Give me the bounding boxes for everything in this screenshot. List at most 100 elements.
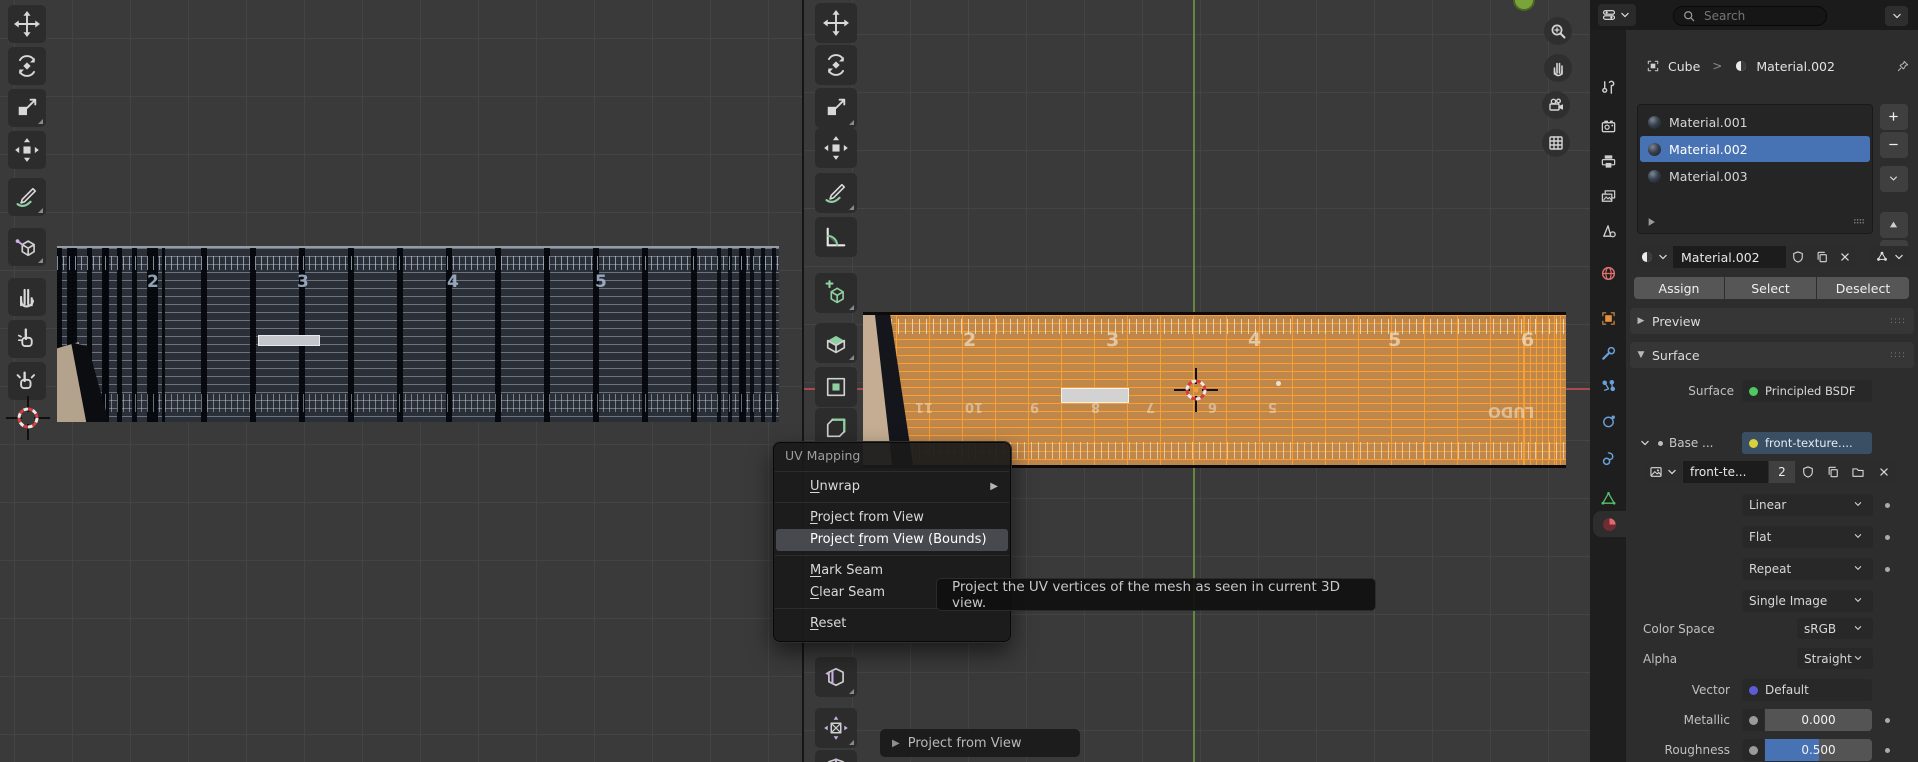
image-users-count-button[interactable]: 2 bbox=[1769, 461, 1795, 483]
tab-modifiers[interactable] bbox=[1590, 340, 1626, 366]
viewport-3d-pane[interactable]: 23456 111098765 LUDO bbox=[804, 0, 1590, 762]
material-name-field[interactable]: Material.002 bbox=[1673, 246, 1786, 268]
decorator-dot[interactable] bbox=[1885, 718, 1890, 723]
unlink-material-button[interactable] bbox=[1834, 246, 1856, 268]
metallic-slider[interactable]: 0.000 bbox=[1765, 709, 1872, 731]
copy-material-button[interactable] bbox=[1810, 246, 1833, 268]
breadcrumb-object[interactable]: Cube bbox=[1668, 59, 1700, 74]
panel-grip-icon[interactable]: :::: bbox=[1890, 350, 1906, 360]
menu-item-project-from-view-bounds-[interactable]: Project from View (Bounds) bbox=[776, 529, 1008, 551]
breadcrumb-material[interactable]: Material.002 bbox=[1756, 59, 1835, 74]
tab-scene[interactable] bbox=[1590, 218, 1626, 244]
image-open-button[interactable] bbox=[1845, 461, 1870, 483]
tab-output[interactable] bbox=[1590, 148, 1626, 174]
editor-type-button[interactable] bbox=[1598, 4, 1636, 26]
tool-inset-faces-button[interactable] bbox=[815, 367, 857, 407]
base-color-texture-button[interactable]: front-texture.... bbox=[1742, 432, 1872, 454]
uv-mesh-ruler[interactable]: 2345 bbox=[57, 246, 779, 422]
preview-panel-header[interactable]: ▶Preview :::: bbox=[1630, 308, 1914, 334]
tool-pinch-button[interactable] bbox=[8, 362, 46, 400]
menu-item-unwrap[interactable]: Unwrap▶ bbox=[774, 476, 1010, 498]
base-color-label-group[interactable]: Base ... bbox=[1638, 436, 1713, 450]
decorator-dot[interactable] bbox=[1885, 748, 1890, 753]
tool-edge-slide-button[interactable] bbox=[815, 750, 857, 762]
nav-pan-button[interactable] bbox=[1544, 54, 1572, 82]
search-box[interactable] bbox=[1673, 6, 1827, 26]
menu-item-project-from-view[interactable]: Project from View bbox=[774, 507, 1010, 529]
tab-object-data[interactable] bbox=[1590, 485, 1626, 511]
tool-measure-button[interactable] bbox=[815, 217, 857, 257]
remove-slot-button[interactable] bbox=[1880, 132, 1908, 158]
header-options-button[interactable] bbox=[1885, 6, 1908, 26]
decorator-dot[interactable] bbox=[1885, 567, 1890, 572]
fake-user-button[interactable] bbox=[1787, 246, 1809, 268]
extension-dropdown[interactable]: Repeat bbox=[1742, 558, 1873, 580]
tool-scale-button[interactable] bbox=[8, 89, 46, 127]
nav-zoom-button[interactable] bbox=[1544, 17, 1572, 45]
add-slot-button[interactable] bbox=[1880, 104, 1908, 130]
tab-material[interactable] bbox=[1593, 511, 1626, 537]
tool-rotate-button[interactable] bbox=[815, 45, 857, 85]
decorator-dot[interactable] bbox=[1885, 503, 1890, 508]
material-slot-row[interactable]: Material.001 bbox=[1640, 109, 1870, 135]
search-input[interactable] bbox=[1702, 8, 1806, 24]
pin-icon[interactable] bbox=[1896, 59, 1910, 73]
uv-selected-face[interactable] bbox=[258, 335, 320, 346]
tool-loop-cut-button[interactable] bbox=[815, 657, 857, 697]
surface-shader-button[interactable]: Principled BSDF bbox=[1742, 380, 1872, 402]
tool-annotate-button[interactable] bbox=[815, 173, 857, 213]
operator-redo-panel[interactable]: ▶ Project from View bbox=[880, 729, 1080, 757]
uv-editor-pane[interactable]: 2345 bbox=[0, 0, 803, 762]
image-copy-button[interactable] bbox=[1821, 461, 1844, 483]
vector-button[interactable]: Default bbox=[1742, 679, 1872, 701]
metallic-socket-button[interactable] bbox=[1742, 709, 1764, 731]
material-link-dropdown[interactable] bbox=[1870, 246, 1910, 268]
tool-add-cube-button[interactable] bbox=[815, 273, 857, 313]
tool-grab-button[interactable] bbox=[8, 278, 46, 316]
tool-rotate-button[interactable] bbox=[8, 47, 46, 85]
material-slot-row[interactable]: Material.002 bbox=[1640, 136, 1870, 162]
nav-grid-button[interactable] bbox=[1542, 129, 1570, 157]
assign-button[interactable]: Assign bbox=[1634, 277, 1724, 299]
image-browse-button[interactable] bbox=[1645, 461, 1682, 483]
interpolation-dropdown[interactable]: Linear bbox=[1742, 494, 1873, 516]
image-name-field[interactable]: front-te... bbox=[1683, 461, 1768, 483]
tool-scale-button[interactable] bbox=[815, 88, 857, 128]
surface-panel-header[interactable]: ▼Surface :::: bbox=[1630, 342, 1914, 368]
tool-rip-region-button[interactable] bbox=[8, 228, 46, 266]
roughness-slider[interactable]: 0.500 bbox=[1765, 739, 1872, 761]
tool-move-button[interactable] bbox=[815, 3, 857, 43]
move-slot-up-button[interactable] bbox=[1880, 212, 1908, 238]
material-browse-button[interactable] bbox=[1637, 246, 1672, 268]
select-button[interactable]: Select bbox=[1725, 277, 1816, 299]
nav-gizmo-axis-ball[interactable] bbox=[1513, 0, 1535, 11]
deselect-button[interactable]: Deselect bbox=[1817, 277, 1909, 299]
image-fake-user-button[interactable] bbox=[1796, 461, 1820, 483]
tool-shrink-fatten-button[interactable] bbox=[815, 708, 857, 748]
list-filter-expand-icon[interactable] bbox=[1644, 215, 1658, 229]
list-resize-grip-icon[interactable] bbox=[1852, 215, 1866, 229]
nav-camera-button[interactable] bbox=[1542, 91, 1570, 119]
decorator-dot[interactable] bbox=[1885, 535, 1890, 540]
alpha-dropdown[interactable]: Straight bbox=[1797, 648, 1873, 669]
tab-physics[interactable] bbox=[1590, 408, 1626, 434]
tab-render[interactable] bbox=[1590, 113, 1626, 139]
tab-object[interactable] bbox=[1590, 305, 1626, 331]
material-slot-row[interactable]: Material.003 bbox=[1640, 163, 1870, 189]
projection-dropdown[interactable]: Flat bbox=[1742, 526, 1873, 548]
image-unlink-button[interactable] bbox=[1871, 461, 1896, 483]
tab-tool[interactable] bbox=[1590, 74, 1626, 100]
tab-view-layer[interactable] bbox=[1590, 183, 1626, 209]
color-space-dropdown[interactable]: sRGB bbox=[1797, 618, 1873, 639]
panel-grip-icon[interactable]: :::: bbox=[1890, 316, 1906, 326]
tool-transform-button[interactable] bbox=[8, 131, 46, 169]
tab-particles[interactable] bbox=[1590, 373, 1626, 399]
tool-extrude-region-button[interactable] bbox=[815, 323, 857, 363]
tab-constraints[interactable] bbox=[1590, 445, 1626, 471]
tool-move-button[interactable] bbox=[8, 5, 46, 43]
slot-specials-button[interactable] bbox=[1880, 166, 1908, 192]
tool-annotate-button[interactable] bbox=[8, 178, 46, 216]
vertex-dot[interactable] bbox=[1276, 381, 1281, 386]
tool-relax-button[interactable] bbox=[8, 320, 46, 358]
tool-transform-button[interactable] bbox=[815, 128, 857, 168]
